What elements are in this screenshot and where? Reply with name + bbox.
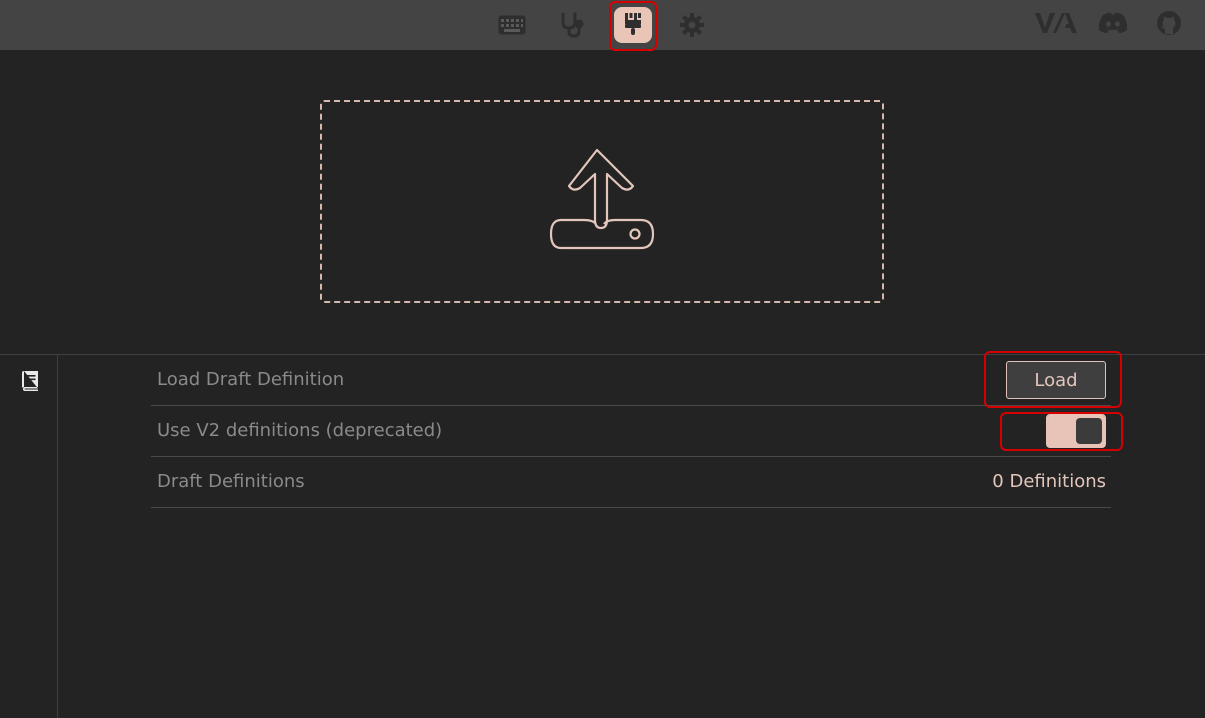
draft-definitions-count: 0 Definitions	[992, 471, 1106, 492]
load-draft-row: Load Draft Definition Load	[151, 355, 1111, 406]
key-tester-tab[interactable]	[552, 7, 590, 43]
top-nav-bar	[0, 0, 1205, 51]
discord-link[interactable]	[1097, 8, 1129, 42]
toggle-knob	[1076, 418, 1102, 444]
load-draft-label: Load Draft Definition	[157, 369, 345, 390]
gear-icon	[680, 13, 704, 37]
book-icon	[21, 371, 39, 395]
load-button[interactable]: Load	[1006, 361, 1106, 399]
design-tab[interactable]	[614, 7, 652, 43]
discord-icon	[1098, 12, 1128, 38]
draft-definitions-label: Draft Definitions	[157, 471, 305, 492]
use-v2-row: Use V2 definitions (deprecated)	[151, 406, 1111, 457]
upload-dropzone[interactable]	[320, 100, 884, 303]
github-icon	[1156, 10, 1182, 40]
use-v2-label: Use V2 definitions (deprecated)	[157, 420, 443, 441]
upload-icon	[549, 148, 655, 256]
use-v2-toggle[interactable]	[1046, 414, 1106, 448]
settings-panel: Load Draft Definition Load Use V2 defini…	[0, 354, 1205, 718]
via-logo-link[interactable]	[1034, 8, 1078, 42]
configure-keyboard-tab[interactable]	[493, 7, 531, 43]
keyboard-icon	[498, 15, 526, 35]
stethoscope-icon	[558, 12, 584, 38]
definitions-side-tab[interactable]	[19, 371, 41, 395]
github-link[interactable]	[1155, 8, 1183, 42]
settings-tab[interactable]	[673, 7, 711, 43]
draft-definitions-row: Draft Definitions 0 Definitions	[151, 457, 1111, 508]
paintbrush-icon	[623, 12, 643, 38]
side-rail	[0, 355, 58, 718]
via-logo	[1035, 12, 1077, 38]
